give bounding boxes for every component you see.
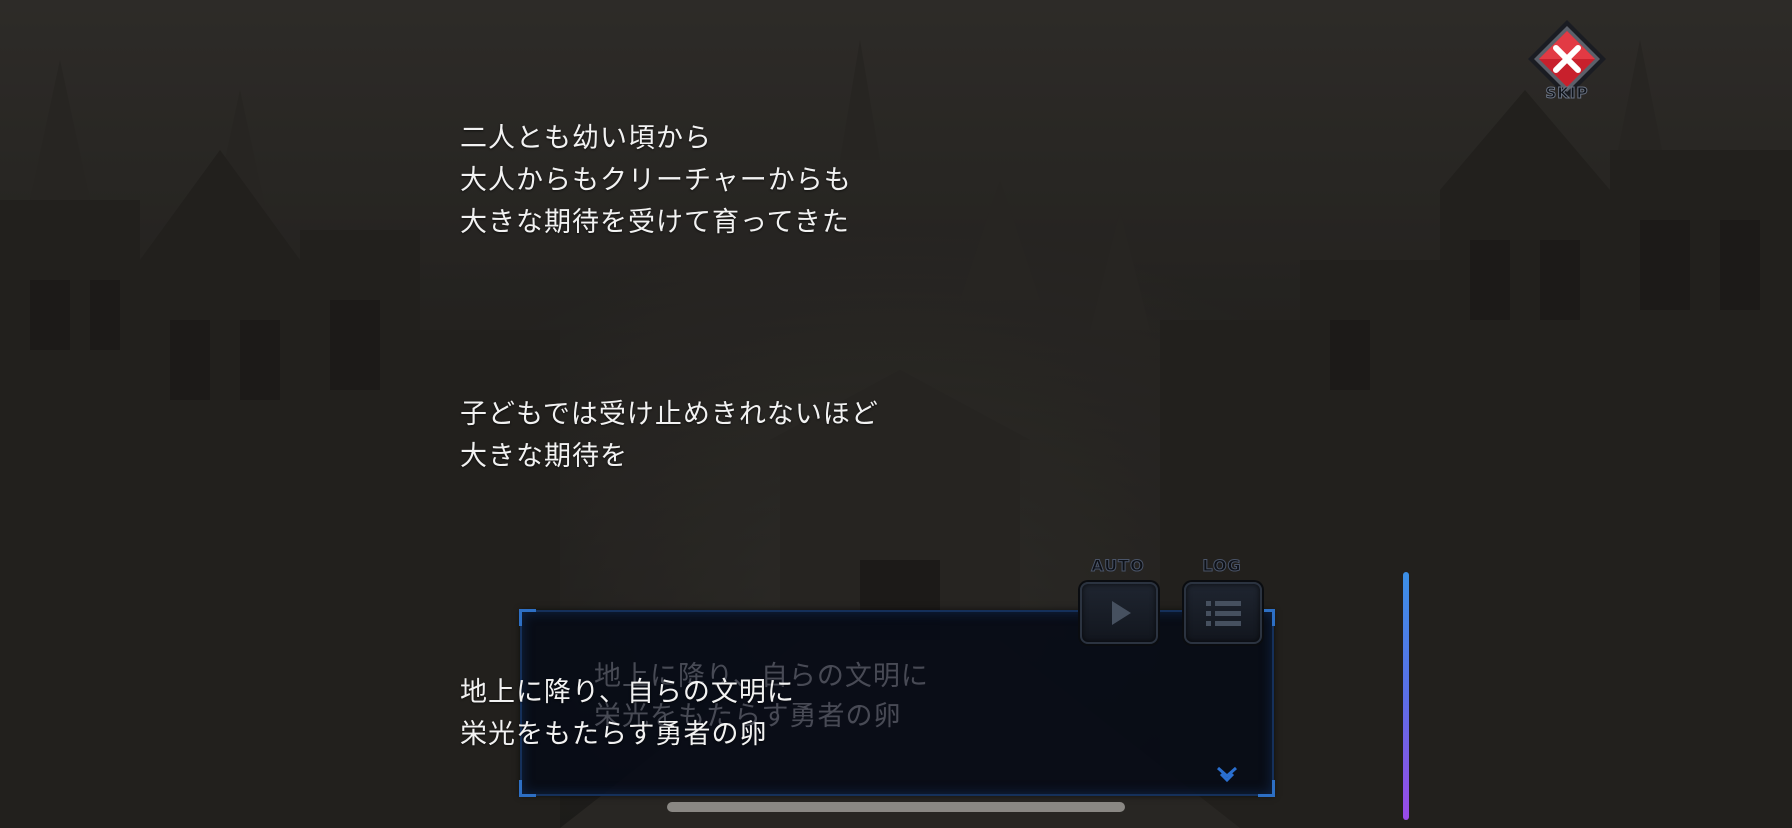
story-line-2: 大人からもクリーチャーからも (460, 165, 852, 196)
skip-button[interactable]: SKIP (1524, 18, 1610, 108)
story-line-7: 栄光をもたらす勇者の卵 (460, 719, 768, 750)
scroll-indicator (1403, 572, 1409, 820)
story-line-4: 子どもでは受け止めきれないほど (460, 399, 879, 430)
dialog-corner-top-left (519, 609, 536, 626)
skip-label: SKIP (1545, 84, 1589, 103)
home-indicator[interactable] (667, 802, 1125, 812)
auto-button-face[interactable] (1080, 582, 1158, 644)
dialog-corner-bottom-left (519, 780, 536, 797)
story-line-3: 大きな期待を受けて育ってきた (460, 207, 850, 238)
log-button-face[interactable] (1184, 582, 1262, 644)
chevron-down-icon[interactable] (1214, 764, 1240, 784)
play-icon (1112, 601, 1131, 625)
log-label: LOG (1202, 556, 1242, 576)
story-line-1: 二人とも幼い頃から (460, 123, 712, 154)
list-icon (1206, 601, 1241, 626)
auto-button[interactable]: AUTO (1077, 556, 1159, 646)
auto-label: AUTO (1091, 556, 1145, 576)
log-button[interactable]: LOG (1181, 556, 1263, 646)
dialog-corner-bottom-right (1258, 780, 1275, 797)
story-line-5: 大きな期待を (460, 441, 628, 472)
story-line-6: 地上に降り、自らの文明に (460, 677, 795, 708)
